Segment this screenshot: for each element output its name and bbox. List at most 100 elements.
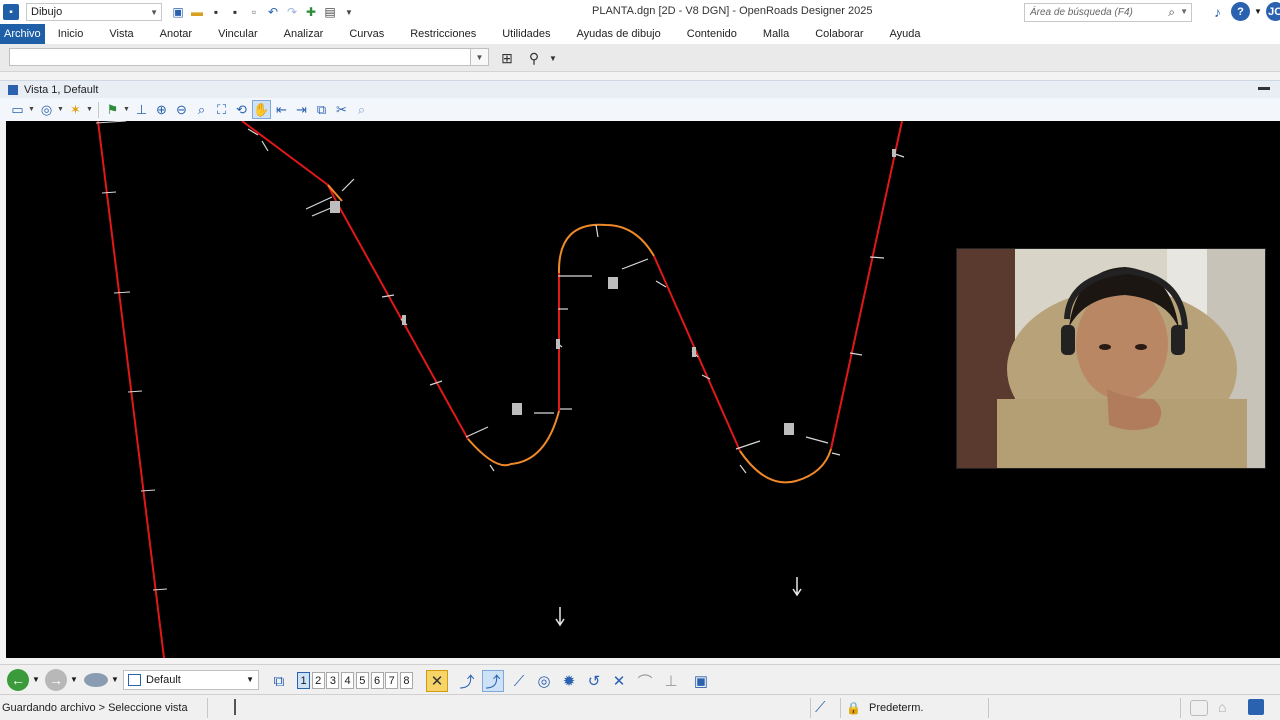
grid-icon[interactable] bbox=[1248, 699, 1264, 715]
menu-item-ayuda[interactable]: Ayuda bbox=[877, 24, 934, 44]
redo-icon[interactable]: ↷ bbox=[284, 4, 300, 20]
menu-item-vincular[interactable]: Vincular bbox=[205, 24, 271, 44]
snap-keypoint-icon[interactable]: ⤴ bbox=[482, 670, 504, 692]
snap-icon[interactable]: ⟋ bbox=[815, 699, 826, 716]
view-next-icon[interactable]: ⇥ bbox=[292, 100, 311, 119]
snap-tangent-point-icon[interactable]: ⌒ bbox=[634, 670, 656, 692]
view-toggle-icon[interactable]: ▣ bbox=[170, 4, 186, 20]
view-number-button-2[interactable]: 2 bbox=[311, 672, 325, 689]
search-placeholder: Área de búsqueda (F4) bbox=[1030, 7, 1133, 18]
view-windows-icon[interactable]: ⧉ bbox=[268, 670, 290, 692]
rotate-view-icon[interactable]: ⟲ bbox=[232, 100, 251, 119]
view-number-button-6[interactable]: 6 bbox=[370, 672, 384, 689]
search-dropdown-icon[interactable]: ▼ bbox=[1180, 7, 1188, 16]
print-icon[interactable]: ▤ bbox=[322, 4, 338, 20]
snap-center-icon[interactable]: ◎ bbox=[533, 670, 555, 692]
menu-item-malla[interactable]: Malla bbox=[750, 24, 802, 44]
snap-nearest-icon[interactable]: ⤴ bbox=[456, 670, 478, 692]
view-menu-icon[interactable] bbox=[1258, 87, 1270, 90]
lock-icon[interactable]: 🔒 bbox=[846, 701, 861, 715]
clip-volume-icon[interactable]: ⊥ bbox=[132, 100, 151, 119]
chevron-down-icon: ▼ bbox=[246, 675, 254, 684]
menu-item-colaborar[interactable]: Colaborar bbox=[802, 24, 876, 44]
menu-item-inicio[interactable]: Inicio bbox=[45, 24, 97, 44]
element-info-icon[interactable]: ⊞ bbox=[497, 48, 517, 68]
key-in-field[interactable] bbox=[9, 48, 471, 66]
forward-button[interactable]: → bbox=[45, 669, 67, 691]
view-number-button-8[interactable]: 8 bbox=[399, 672, 413, 689]
display-style-dropdown-icon[interactable]: ▼ bbox=[57, 106, 65, 113]
search-input[interactable]: Área de búsqueda (F4) ⌕ ▼ bbox=[1024, 3, 1192, 22]
search-icon[interactable]: ⌕ bbox=[1168, 5, 1175, 20]
window-area-icon[interactable]: ⌕ bbox=[192, 100, 211, 119]
menu-item-utilidades[interactable]: Utilidades bbox=[489, 24, 563, 44]
menu-item-vista[interactable]: Vista bbox=[96, 24, 146, 44]
snap-midpoint-icon[interactable]: ⟋ bbox=[508, 670, 530, 692]
saved-views-dropdown-icon[interactable]: ▼ bbox=[111, 675, 119, 684]
webcam-image bbox=[957, 249, 1265, 468]
forward-dropdown-icon[interactable]: ▼ bbox=[70, 675, 78, 684]
quick-access-toolbar: ▣ ▬ ▪ ▪ ▫ ↶ ↷ ✚ ▤ ▼ bbox=[170, 4, 357, 20]
user-avatar[interactable]: JO bbox=[1265, 2, 1280, 21]
snap-perpendicular-icon[interactable]: ⊥ bbox=[660, 670, 682, 692]
zoom-out-icon[interactable]: ⊖ bbox=[172, 100, 191, 119]
pan-view-icon[interactable]: ✋ bbox=[252, 100, 271, 119]
home-icon[interactable]: ⌂ bbox=[1218, 699, 1226, 715]
notification-bell-icon[interactable]: ♪ bbox=[1208, 2, 1227, 21]
active-level[interactable]: Predeterm. bbox=[869, 702, 923, 714]
display-style-icon[interactable]: ◎ bbox=[37, 100, 56, 119]
menu-item-analizar[interactable]: Analizar bbox=[271, 24, 337, 44]
view-previous-icon[interactable]: ⇤ bbox=[272, 100, 291, 119]
accusnap-toggle-icon[interactable]: ✕ bbox=[426, 670, 448, 692]
save-icon[interactable]: ▪ bbox=[208, 4, 224, 20]
snap-bisector-icon[interactable]: ▣ bbox=[690, 670, 712, 692]
menu-item-anotar[interactable]: Anotar bbox=[147, 24, 205, 44]
clip-view-icon[interactable]: ⌕ bbox=[352, 100, 371, 119]
undo-icon[interactable]: ↶ bbox=[265, 4, 281, 20]
open-icon[interactable]: ▬ bbox=[189, 4, 205, 20]
view-number-button-4[interactable]: 4 bbox=[341, 672, 355, 689]
menu-item-archivo[interactable]: Archivo bbox=[0, 24, 45, 44]
pin-icon[interactable]: ✚ bbox=[303, 4, 319, 20]
help-icon[interactable]: ? bbox=[1231, 2, 1250, 21]
menu-item-restricciones[interactable]: Restricciones bbox=[397, 24, 489, 44]
view-number-button-5[interactable]: 5 bbox=[355, 672, 369, 689]
view-number-button-1[interactable]: 1 bbox=[297, 672, 310, 689]
status-indicator bbox=[234, 699, 236, 715]
menu-item-ayudas-de-dibujo[interactable]: Ayudas de dibujo bbox=[564, 24, 674, 44]
snap-origin-icon[interactable]: ✹ bbox=[558, 670, 580, 692]
saved-views-icon[interactable] bbox=[84, 673, 108, 687]
geolocation-dropdown-icon[interactable]: ▼ bbox=[123, 106, 131, 113]
zoom-in-icon[interactable]: ⊕ bbox=[152, 100, 171, 119]
customize-dropdown-icon[interactable]: ▼ bbox=[341, 4, 357, 20]
view-properties-icon[interactable]: ✂ bbox=[332, 100, 351, 119]
menu-item-curvas[interactable]: Curvas bbox=[336, 24, 397, 44]
copy-icon[interactable]: ▫ bbox=[246, 4, 262, 20]
filter-dropdown-icon[interactable]: ▼ bbox=[548, 48, 558, 68]
key-in-dropdown-icon[interactable]: ▼ bbox=[471, 48, 489, 66]
copy-view-icon[interactable]: ⧉ bbox=[312, 100, 331, 119]
workflow-label: Dibujo bbox=[31, 6, 63, 18]
app-icon[interactable]: ▪ bbox=[3, 4, 19, 20]
back-dropdown-icon[interactable]: ▼ bbox=[32, 675, 40, 684]
view-attributes-icon[interactable]: ▭ bbox=[8, 100, 27, 119]
help-dropdown-icon[interactable]: ▼ bbox=[1254, 7, 1262, 21]
view-number-button-3[interactable]: 3 bbox=[326, 672, 340, 689]
view-number-button-7[interactable]: 7 bbox=[385, 672, 399, 689]
geolocation-icon[interactable]: ⚑ bbox=[103, 100, 122, 119]
lighting-icon[interactable]: ✶ bbox=[66, 100, 85, 119]
workflow-select[interactable]: Dibujo ▼ bbox=[26, 3, 162, 21]
webcam-overlay bbox=[956, 248, 1266, 469]
snap-intersection-icon[interactable]: ✕ bbox=[608, 670, 630, 692]
menu-item-contenido[interactable]: Contenido bbox=[674, 24, 750, 44]
view-group-select[interactable]: Default ▼ bbox=[123, 670, 259, 690]
back-button[interactable]: ← bbox=[7, 669, 29, 691]
lighting-dropdown-icon[interactable]: ▼ bbox=[86, 106, 94, 113]
view-toolbar: ▭ ▼ ◎ ▼ ✶ ▼ ⚑ ▼ ⊥ ⊕ ⊖ ⌕ ⛶ ⟲ ✋ ⇤ ⇥ ⧉ ✂ ⌕ bbox=[0, 98, 1280, 121]
snap-tangent-icon[interactable]: ↺ bbox=[583, 670, 605, 692]
sync-icon[interactable] bbox=[1190, 700, 1208, 716]
save-all-icon[interactable]: ▪ bbox=[227, 4, 243, 20]
fit-view-icon[interactable]: ⛶ bbox=[212, 100, 231, 119]
filter-icon[interactable]: ⚲ bbox=[524, 48, 544, 68]
view-attributes-dropdown-icon[interactable]: ▼ bbox=[28, 106, 36, 113]
